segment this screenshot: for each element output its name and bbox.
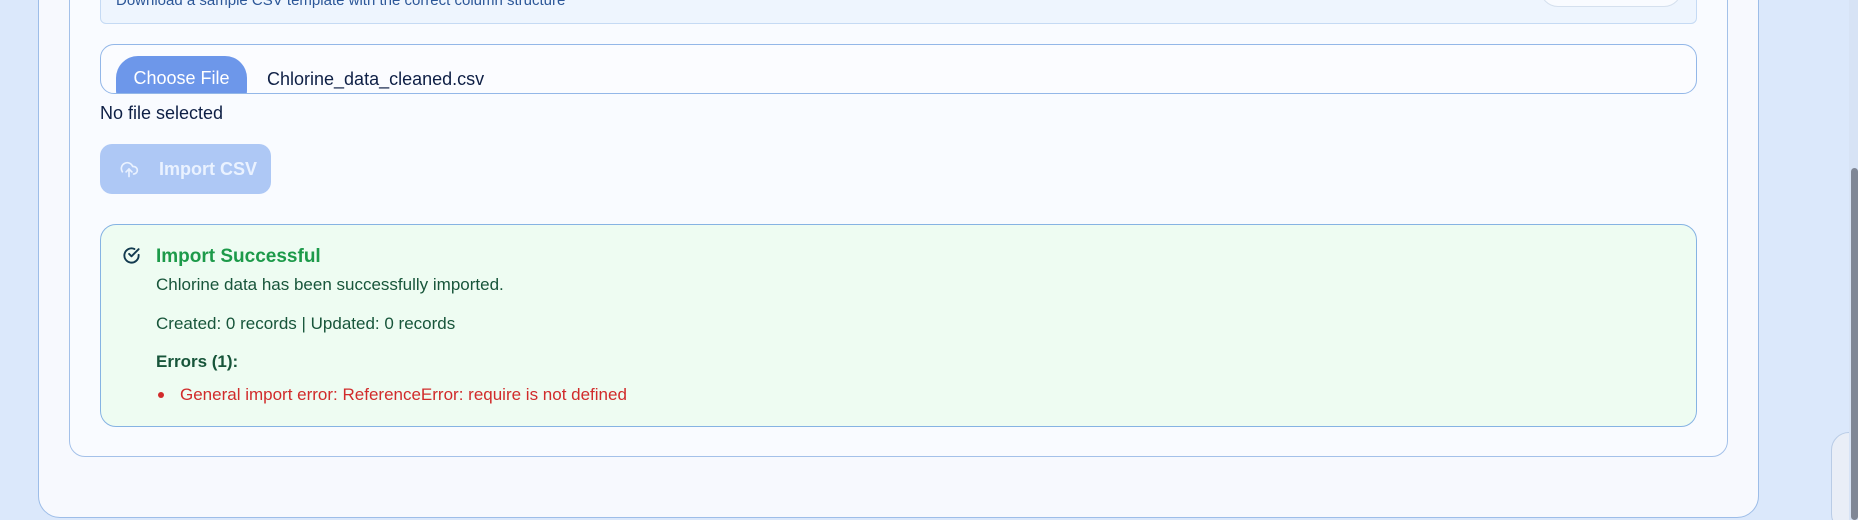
result-counts: Created: 0 records | Updated: 0 records: [156, 314, 456, 333]
errors-heading: Errors (1):: [156, 352, 239, 371]
import-csv-label: Import CSV: [159, 159, 258, 179]
check-circle-icon: [123, 247, 140, 264]
scrollbar-thumb[interactable]: [1851, 168, 1858, 520]
download-template-button[interactable]: [1540, 0, 1682, 7]
cloud-upload-icon: [120, 161, 139, 178]
choose-file-button[interactable]: Choose File: [116, 56, 247, 93]
template-description: Download a sample CSV template with the …: [116, 0, 566, 9]
import-csv-button[interactable]: Import CSV: [100, 144, 271, 194]
file-input[interactable]: Choose File Chlorine_data_cleaned.csv: [100, 44, 1697, 94]
import-result-alert: Import Successful Chlorine data has been…: [100, 224, 1697, 427]
selected-file-name: Chlorine_data_cleaned.csv: [267, 69, 485, 89]
error-item: General import error: ReferenceError: re…: [156, 385, 627, 405]
result-message: Chlorine data has been successfully impo…: [156, 275, 504, 294]
result-title: Import Successful: [156, 246, 321, 267]
bullet: [158, 392, 164, 398]
file-status-text: No file selected: [100, 103, 224, 123]
error-text: General import error: ReferenceError: re…: [180, 385, 627, 404]
page: Download a sample CSV template with the …: [0, 0, 1858, 520]
error-list: General import error: ReferenceError: re…: [156, 385, 627, 405]
